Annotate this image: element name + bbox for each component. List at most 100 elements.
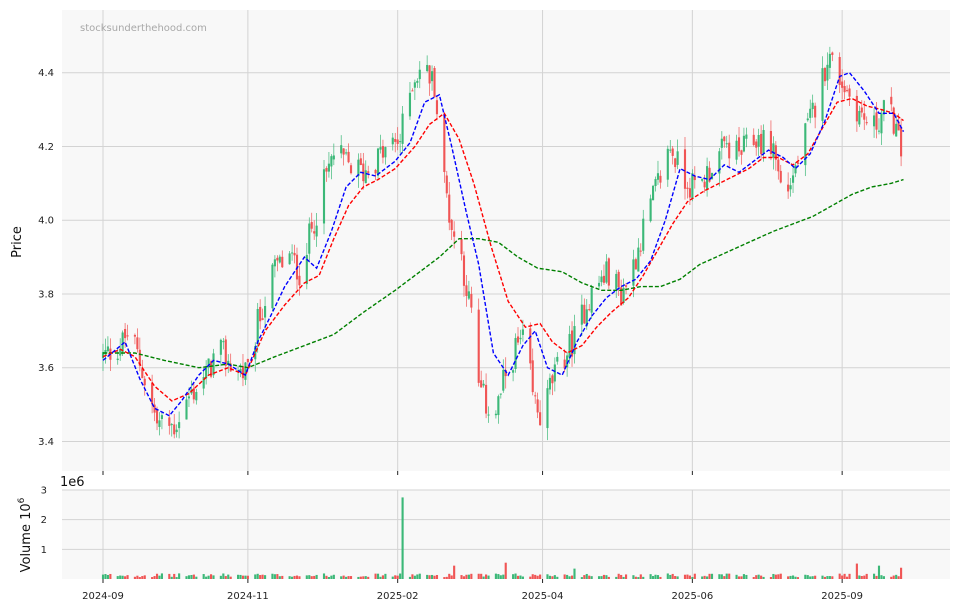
- candle-body: [723, 136, 726, 142]
- volume-bar: [153, 576, 156, 579]
- volume-bar: [381, 575, 385, 579]
- volume-bar: [728, 573, 731, 579]
- volume-bar: [212, 575, 215, 579]
- volume-bar: [185, 576, 188, 579]
- candle-body: [895, 123, 898, 137]
- volume-bar: [362, 576, 365, 579]
- candle-body: [450, 219, 453, 230]
- volume-bar: [411, 574, 414, 579]
- candle-body: [514, 337, 517, 370]
- chart-canvas: 3.4 3.6 3.8 4.0 4.2 4.4 1 2 3 2024-09 2024-11 2025-…: [10, 10, 950, 602]
- volume-bar: [325, 575, 328, 579]
- volume-bar: [173, 573, 176, 579]
- candle-body: [219, 339, 222, 355]
- volume-bar: [482, 576, 485, 579]
- candle-body: [222, 341, 225, 343]
- candle-body: [168, 417, 171, 426]
- volume-bar: [136, 575, 139, 579]
- volume-bar: [190, 575, 193, 579]
- volume-bar: [875, 575, 878, 579]
- candle-body: [104, 349, 107, 355]
- volume-bar: [823, 576, 827, 579]
- volume-bar: [119, 575, 122, 579]
- volume-bar: [239, 574, 242, 579]
- volume-bar: [155, 573, 159, 579]
- volume-bar: [534, 574, 537, 579]
- x-tick-label: 2025-04: [522, 591, 564, 602]
- x-tick-label: 2025-06: [671, 591, 713, 602]
- candle-body: [133, 334, 136, 337]
- candle-body: [413, 82, 416, 88]
- volume-bar: [453, 565, 456, 579]
- volume-bar: [259, 575, 262, 579]
- volume-bar: [652, 576, 655, 579]
- candle-body: [519, 337, 522, 340]
- volume-bar: [202, 574, 205, 579]
- candle-body: [531, 360, 534, 393]
- candle-body: [418, 69, 421, 80]
- volume-bar: [811, 576, 814, 579]
- volume-bar: [659, 576, 662, 579]
- volume-bar: [141, 576, 144, 579]
- volume-bar: [340, 576, 343, 579]
- volume-bar: [374, 573, 377, 579]
- volume-bar: [465, 574, 468, 579]
- candle-body: [691, 173, 694, 200]
- volume-bar: [487, 575, 490, 579]
- candle-body: [659, 175, 662, 183]
- candle-body: [278, 256, 281, 263]
- volume-bar: [620, 574, 623, 579]
- volume-bar: [691, 576, 694, 579]
- candle-body: [512, 370, 515, 373]
- candle-body: [597, 282, 601, 287]
- candle-body: [416, 80, 419, 83]
- volume-bar: [791, 575, 795, 579]
- volume-axis-label: Volume 106: [17, 497, 34, 572]
- candle-body: [322, 169, 326, 224]
- candle-body: [791, 175, 795, 183]
- candle-body: [534, 395, 537, 397]
- candle-body: [639, 250, 642, 252]
- candle-body: [740, 150, 743, 155]
- volume-bar: [666, 573, 669, 579]
- candle-body: [737, 137, 741, 152]
- volume-bar: [755, 575, 758, 579]
- candle-body: [276, 257, 279, 261]
- volume-bar: [168, 573, 171, 579]
- volume-bar: [281, 575, 284, 579]
- volume-offset-label: 1e6: [60, 475, 85, 490]
- volume-bar: [271, 573, 274, 579]
- volume-bar: [710, 573, 714, 579]
- candle-body: [683, 149, 687, 189]
- volume-bar: [860, 575, 863, 579]
- candle-body: [806, 118, 809, 121]
- volume-bar: [485, 574, 488, 579]
- candle-body: [814, 105, 817, 118]
- candle-body: [583, 304, 586, 324]
- candle-body: [656, 173, 660, 180]
- volume-bar: [359, 576, 362, 579]
- candle-body: [435, 100, 439, 115]
- volume-bar: [642, 576, 645, 579]
- volume-bar: [745, 574, 748, 579]
- volume-bar: [846, 576, 849, 579]
- candle-body: [536, 399, 539, 413]
- candle-body: [615, 273, 618, 290]
- candle-body: [126, 335, 129, 337]
- volume-bar: [256, 573, 259, 579]
- candle-body: [762, 130, 765, 154]
- candle-body: [384, 147, 387, 158]
- volume-bar: [703, 575, 706, 579]
- volume-bar: [345, 576, 348, 579]
- x-tick-label: 2024-09: [82, 591, 124, 602]
- candle-body: [831, 52, 834, 55]
- volume-bar: [477, 573, 480, 579]
- volume-bar: [570, 575, 574, 579]
- candle-body: [607, 258, 610, 286]
- candle-body: [605, 261, 608, 283]
- candle-body: [588, 309, 591, 311]
- candle-body: [224, 339, 227, 366]
- volume-bar: [512, 574, 515, 579]
- candle-body: [426, 64, 429, 72]
- candle-body: [821, 68, 824, 121]
